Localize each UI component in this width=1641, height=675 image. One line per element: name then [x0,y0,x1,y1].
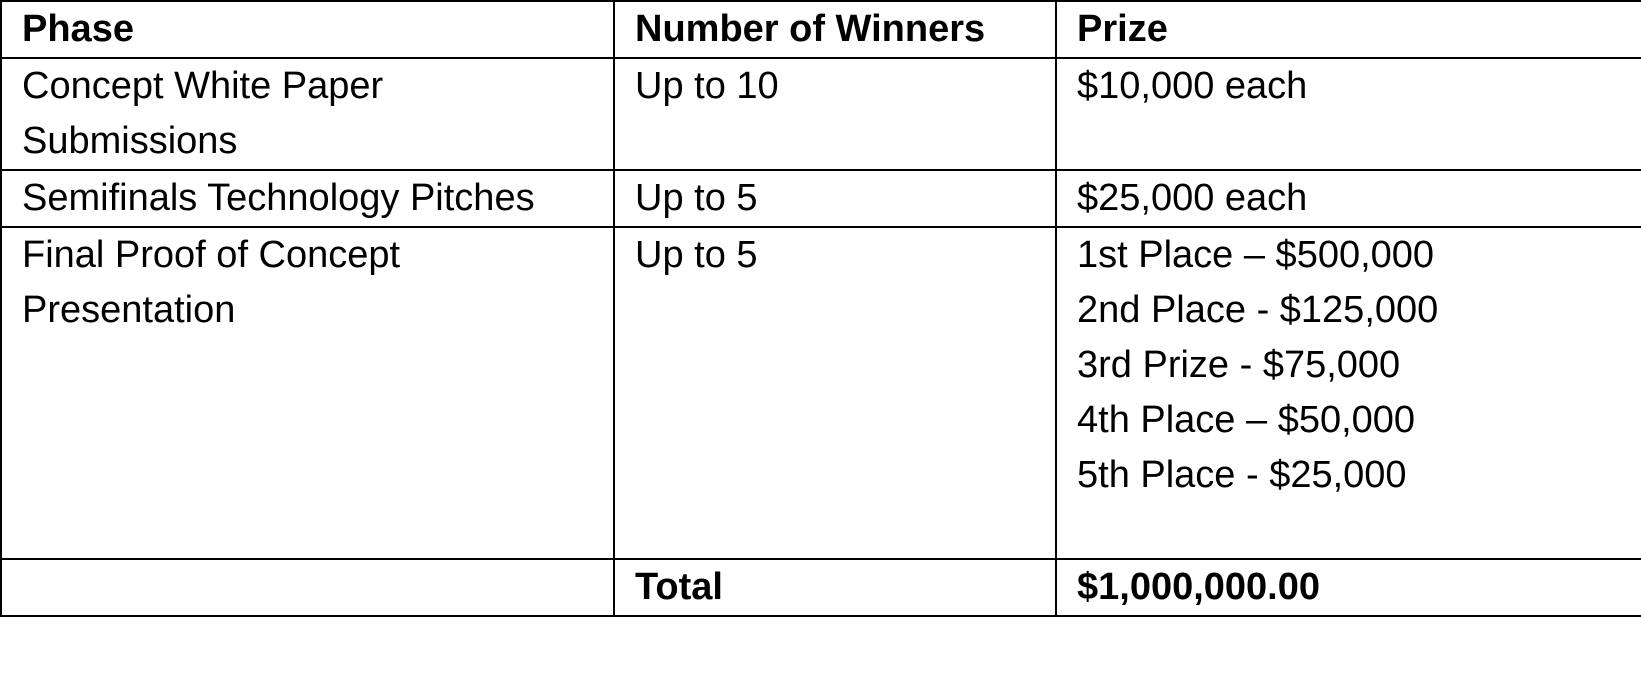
table-row: Concept White Paper Submissions Up to 10… [0,57,1641,171]
phase-text: Final Proof of Concept Presentation [22,234,401,331]
cell-prize: 1st Place – $500,000 2nd Place - $125,00… [1055,226,1641,560]
prize-line-4th: 4th Place – $50,000 [1077,399,1416,441]
phase-text: Semifinals Technology Pitches [22,177,535,219]
cell-total-empty [0,558,615,617]
cell-phase: Final Proof of Concept Presentation [0,226,615,560]
prize-line-3rd: 3rd Prize - $75,000 [1077,344,1401,386]
cell-prize: $10,000 each [1055,57,1641,171]
total-amount: $1,000,000.00 [1055,558,1641,617]
cell-winners: Up to 5 [613,169,1057,228]
table-header-row: Phase Number of Winners Prize [0,0,1641,59]
cell-prize: $25,000 each [1055,169,1641,228]
cell-winners: Up to 10 [613,57,1057,171]
cell-winners: Up to 5 [613,226,1057,560]
prize-line-1st: 1st Place – $500,000 [1077,234,1435,276]
prize-line: $10,000 each [1077,65,1308,107]
header-phase: Phase [0,0,615,59]
phase-text: Concept White Paper Submissions [22,65,384,162]
table-row: Final Proof of Concept Presentation Up t… [0,226,1641,560]
table-row: Semifinals Technology Pitches Up to 5 $2… [0,169,1641,228]
cell-phase: Concept White Paper Submissions [0,57,615,171]
total-label: Total [613,558,1057,617]
cell-phase: Semifinals Technology Pitches [0,169,615,228]
prize-line-5th: 5th Place - $25,000 [1077,454,1407,496]
total-row: Total $1,000,000.00 [0,558,1641,617]
prize-line: $25,000 each [1077,177,1308,219]
header-prize: Prize [1055,0,1641,59]
prize-table: Phase Number of Winners Prize Concept Wh… [0,0,1641,617]
prize-line-2nd: 2nd Place - $125,000 [1077,289,1439,331]
header-number-of-winners: Number of Winners [613,0,1057,59]
